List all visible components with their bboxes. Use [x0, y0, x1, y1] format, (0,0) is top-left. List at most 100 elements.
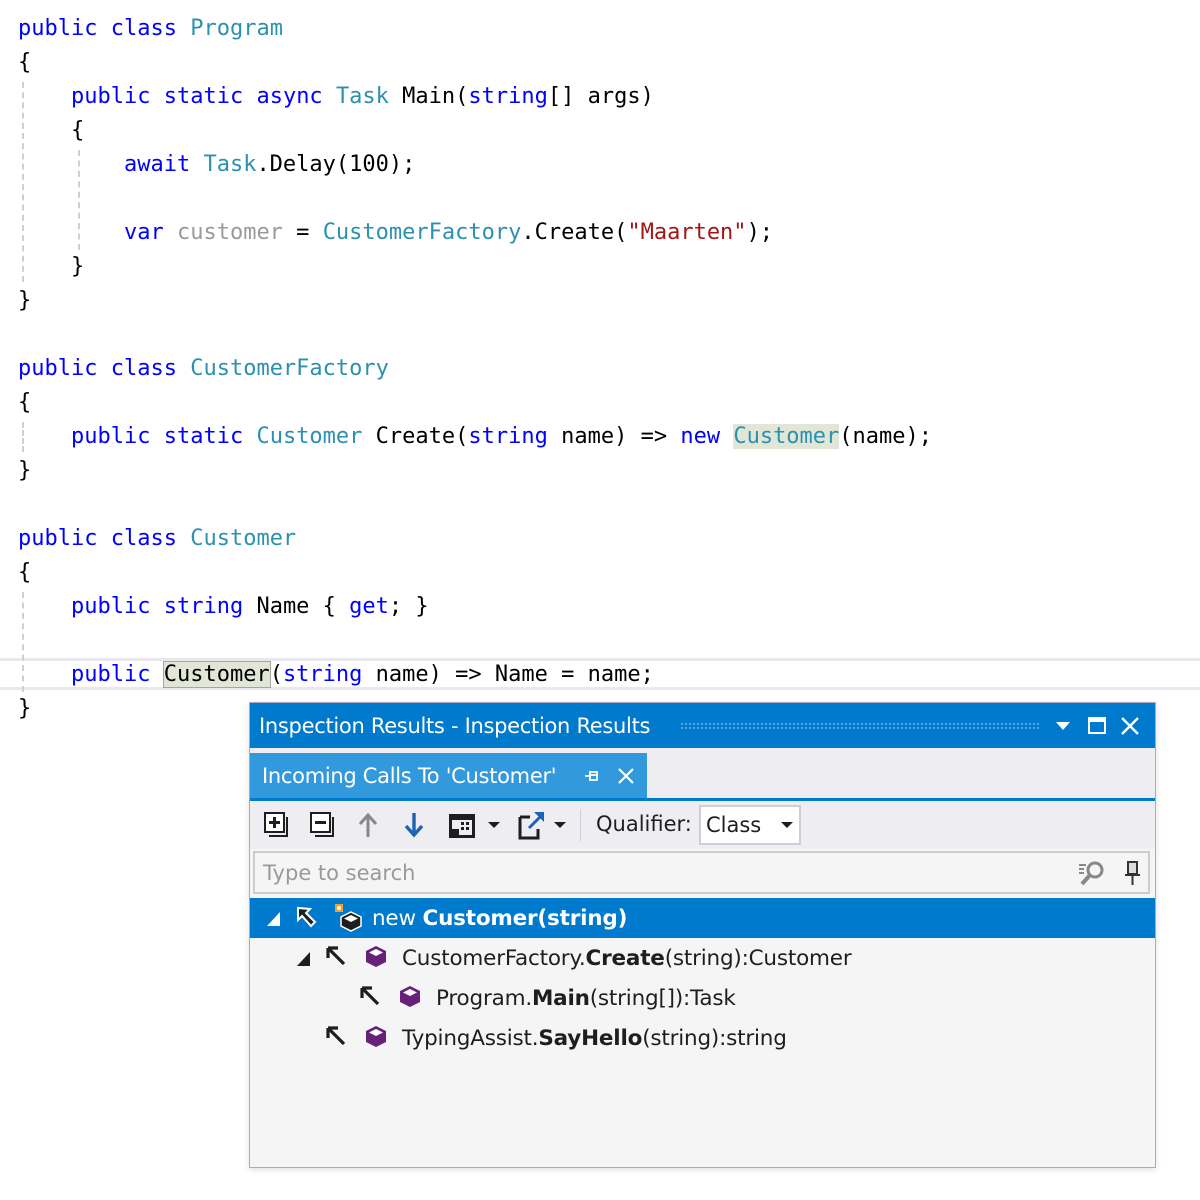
code-line[interactable]: var customer = CustomerFactory.Create("M… — [18, 216, 773, 250]
code-token: class — [110, 356, 177, 381]
code-token: name) => — [547, 424, 681, 449]
member-name: SayHello — [538, 1026, 643, 1051]
expanded-triangle-icon[interactable] — [296, 951, 312, 967]
group-by-button[interactable] — [446, 809, 506, 841]
tab-incoming-calls[interactable]: Incoming Calls To 'Customer' — [250, 753, 647, 798]
incoming-call-arrow-icon — [360, 986, 380, 1006]
code-line[interactable]: public class CustomerFactory — [18, 352, 389, 386]
code-line[interactable]: public static Customer Create(string nam… — [18, 420, 932, 454]
expanded-triangle-icon[interactable] — [266, 911, 282, 927]
qualifier-dropdown[interactable]: Class — [699, 805, 801, 845]
code-line[interactable]: { — [18, 46, 31, 80]
code-token: Customer — [256, 424, 363, 449]
code-token: { — [18, 560, 32, 585]
tree-item-label: TypingAssist.SayHello(string):string — [402, 1018, 787, 1060]
code-line[interactable]: public static async Task Main(string[] a… — [18, 80, 654, 114]
collapse-all-button[interactable] — [308, 809, 338, 841]
code-line[interactable]: public string Name { get; } — [18, 590, 429, 624]
code-token: { — [18, 118, 85, 143]
code-line[interactable]: { — [18, 114, 84, 148]
tree-row[interactable]: new Customer(string) — [250, 898, 1155, 938]
window-titlebar[interactable]: Inspection Results - Inspection Results — [250, 703, 1155, 748]
code-token: "Maarten" — [627, 220, 747, 245]
tree-row[interactable]: TypingAssist.SayHello(string):string — [250, 1018, 1155, 1058]
code-line[interactable]: { — [18, 386, 31, 420]
tree-item-label: new Customer(string) — [372, 898, 627, 940]
code-line[interactable]: } — [18, 284, 31, 318]
code-token: var — [123, 220, 164, 245]
code-line[interactable]: public Customer(string name) => Name = n… — [18, 658, 654, 692]
code-line[interactable]: await Task.Delay(100); — [18, 148, 415, 182]
code-token: static — [163, 424, 244, 449]
member-qualifier: TypingAssist. — [402, 1026, 539, 1051]
code-line[interactable]: public class Customer — [18, 522, 296, 556]
close-window-button[interactable] — [1117, 713, 1143, 739]
code-token: Customer — [733, 424, 840, 449]
incoming-call-arrow-icon — [326, 1026, 346, 1046]
code-token: = — [282, 220, 323, 245]
search-options-icon[interactable] — [1077, 859, 1107, 887]
code-token: } — [18, 288, 32, 313]
pin-icon[interactable] — [1123, 859, 1143, 887]
code-line[interactable]: public class Program — [18, 12, 283, 46]
expand-all-button[interactable] — [262, 809, 292, 841]
qualifier-label: Qualifier: — [596, 812, 692, 836]
qualifier-value: Class — [706, 813, 762, 837]
code-token: { — [18, 390, 32, 415]
code-token: string — [282, 662, 363, 687]
code-token: public — [18, 526, 98, 551]
member-signature: (string):Customer — [664, 946, 852, 971]
code-token: } — [18, 458, 32, 483]
member-signature: (string[]):Task — [589, 986, 736, 1011]
code-token: get — [349, 594, 389, 619]
next-button[interactable] — [400, 809, 428, 841]
close-icon[interactable] — [615, 765, 637, 787]
drag-grip[interactable] — [680, 722, 1040, 730]
code-token: await — [123, 152, 191, 177]
code-line[interactable]: } — [18, 692, 31, 726]
code-token: ( — [269, 662, 283, 687]
pin-icon[interactable] — [583, 767, 601, 785]
toolbar-separator — [580, 809, 581, 841]
code-token: Customer — [162, 661, 271, 688]
code-token: static — [163, 84, 244, 109]
code-token: async — [256, 84, 323, 109]
code-token: (name); — [839, 424, 933, 449]
code-token: } — [18, 696, 32, 721]
code-line[interactable]: } — [18, 454, 31, 488]
code-token: } — [18, 254, 85, 279]
tree-row[interactable]: CustomerFactory.Create(string):Customer — [250, 938, 1155, 978]
code-line[interactable]: } — [18, 250, 84, 284]
window-menu-button[interactable] — [1050, 713, 1076, 739]
arrow-up-icon — [358, 812, 378, 837]
search-input[interactable] — [255, 853, 1055, 892]
toolbar: Qualifier: Class — [250, 801, 1155, 849]
collapse-all-icon — [310, 812, 334, 837]
search-box — [253, 851, 1150, 894]
code-line[interactable]: { — [18, 556, 31, 590]
code-token: CustomerFactory — [322, 220, 522, 245]
previous-button[interactable] — [354, 809, 382, 841]
tab-strip: Incoming Calls To 'Customer' — [250, 748, 1155, 801]
tree-row[interactable]: Program.Main(string[]):Task — [250, 978, 1155, 1018]
member-signature: (string):string — [642, 1026, 787, 1051]
incoming-call-arrow-icon — [326, 946, 346, 966]
chevron-down-icon — [781, 822, 793, 828]
code-token: Task — [203, 152, 257, 177]
maximize-button[interactable] — [1084, 713, 1110, 739]
export-button[interactable] — [516, 809, 568, 841]
dropdown-arrow-icon — [1056, 722, 1070, 730]
tree-item-label: CustomerFactory.Create(string):Customer — [402, 938, 852, 980]
